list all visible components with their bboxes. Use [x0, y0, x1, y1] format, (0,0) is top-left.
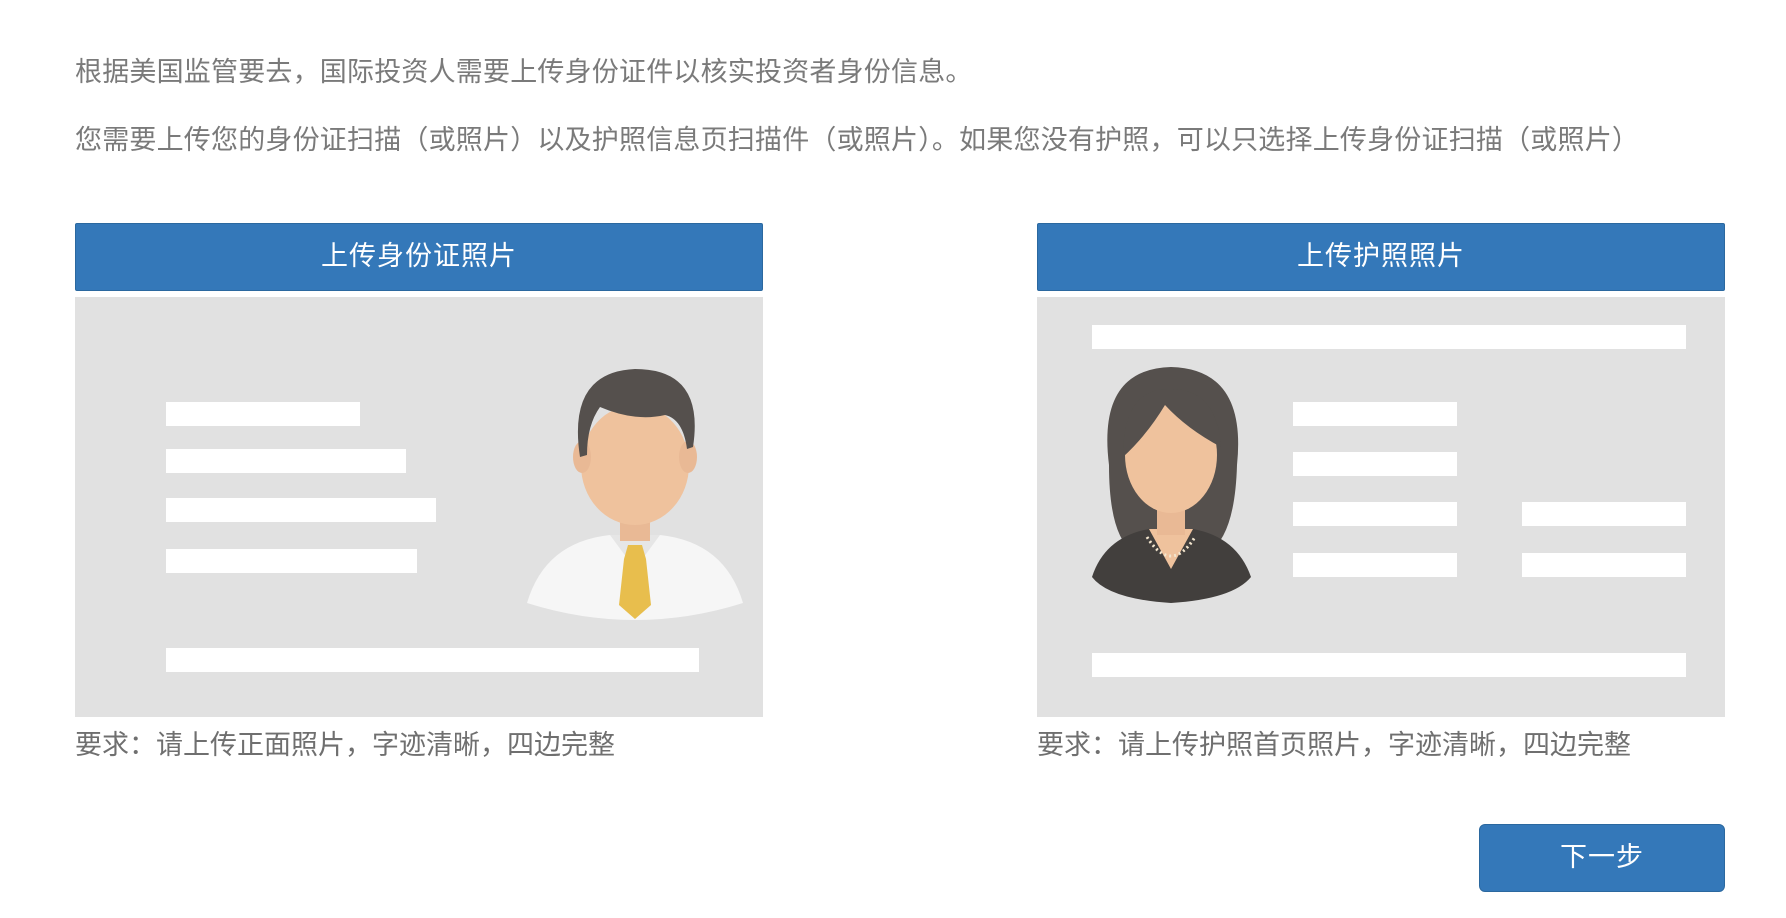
placeholder-line [1293, 402, 1457, 426]
placeholder-line [166, 549, 417, 573]
id-card-preview[interactable] [75, 297, 763, 717]
placeholder-line [1293, 452, 1457, 476]
upload-passport-button[interactable]: 上传护照照片 [1037, 223, 1725, 291]
next-step-button[interactable]: 下一步 [1479, 824, 1725, 892]
upload-id-page: 根据美国监管要去，国际投资人需要上传身份证件以核实投资者身份信息。 您需要上传您… [0, 0, 1786, 918]
placeholder-line [166, 449, 406, 473]
placeholder-line [1092, 653, 1686, 677]
placeholder-line [1092, 325, 1686, 349]
passport-upload-card: 上传护照照片 要求：请上传护照首页照片，字迹清晰，四边完整 [1037, 223, 1725, 762]
placeholder-line [1293, 502, 1457, 526]
placeholder-line [166, 402, 360, 426]
placeholder-line [1522, 553, 1686, 577]
intro-text-regulation: 根据美国监管要去，国际投资人需要上传身份证件以核实投资者身份信息。 [75, 57, 973, 88]
id-card-upload-card: 上传身份证照片 要求：请上传正面照片，字迹清晰，四边完整 [75, 223, 763, 762]
passport-requirement: 要求：请上传护照首页照片，字迹清晰，四边完整 [1037, 730, 1631, 761]
passport-illustration-icon [1092, 325, 1686, 677]
male-avatar-icon [527, 369, 743, 620]
upload-id-card-button[interactable]: 上传身份证照片 [75, 223, 763, 291]
passport-preview[interactable] [1037, 297, 1725, 717]
placeholder-line [1522, 502, 1686, 526]
intro-text-instructions: 您需要上传您的身份证扫描（或照片）以及护照信息页扫描件（或照片）。如果您没有护照… [75, 125, 1640, 156]
placeholder-line [166, 498, 436, 522]
id-card-requirement: 要求：请上传正面照片，字迹清晰，四边完整 [75, 730, 615, 761]
id-card-illustration-icon [166, 369, 743, 672]
placeholder-line [1293, 553, 1457, 577]
female-avatar-icon [1092, 367, 1251, 603]
placeholder-line [166, 648, 699, 672]
